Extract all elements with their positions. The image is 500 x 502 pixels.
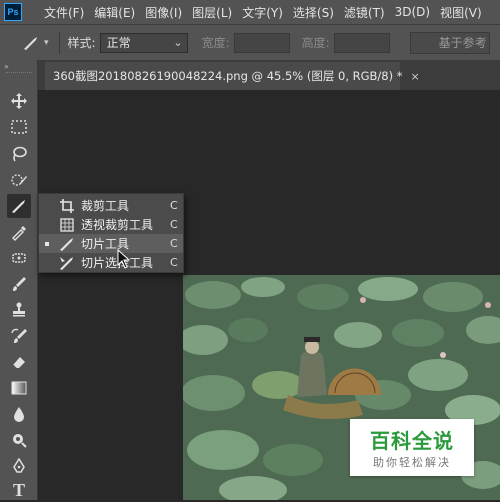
menu-select[interactable]: 选择(S) xyxy=(293,4,334,21)
flyout-item-perspective-crop[interactable]: 透视裁剪工具 C xyxy=(39,215,183,234)
close-icon[interactable]: × xyxy=(411,70,420,83)
selected-bullet-icon xyxy=(45,241,49,246)
eyedropper-icon xyxy=(12,226,26,241)
menu-layer[interactable]: 图层(L) xyxy=(192,4,232,21)
menu-type[interactable]: 文字(Y) xyxy=(242,4,283,21)
mouse-pointer-icon xyxy=(117,249,131,269)
marquee-tool[interactable] xyxy=(7,115,31,139)
move-tool[interactable] xyxy=(7,89,31,113)
slice-icon xyxy=(12,200,25,213)
history-brush-tool[interactable] xyxy=(7,324,31,348)
dodge-icon xyxy=(13,434,27,448)
blur-tool[interactable] xyxy=(7,402,31,426)
tool-preset-picker[interactable] xyxy=(20,32,42,54)
crop-icon xyxy=(60,198,74,213)
stamp-icon xyxy=(13,302,25,317)
rectangular-marquee-icon xyxy=(11,120,27,134)
slice-icon xyxy=(60,237,73,251)
quick-selection-icon xyxy=(11,174,27,186)
menu-bar: Ps 文件(F) 编辑(E) 图像(I) 图层(L) 文字(Y) 选择(S) 滤… xyxy=(0,0,500,24)
pen-tool[interactable] xyxy=(7,454,31,478)
slice-tool[interactable] xyxy=(7,194,31,218)
document-tab-title: 360截图20180826190048224.png @ 45.5% (图层 0… xyxy=(53,69,403,83)
quick-selection-tool[interactable] xyxy=(7,168,31,192)
height-field[interactable] xyxy=(333,32,390,53)
pen-icon xyxy=(13,457,25,473)
gradient-icon xyxy=(11,381,27,395)
flyout-item-shortcut: C xyxy=(170,199,178,212)
lasso-icon xyxy=(13,146,27,162)
gradient-tool[interactable] xyxy=(7,376,31,400)
perspective-crop-icon xyxy=(60,217,74,232)
menu-view[interactable]: 视图(V) xyxy=(440,4,482,21)
history-brush-icon xyxy=(11,328,27,343)
watermark-badge: 百科全说 助你轻松解决 xyxy=(350,419,474,476)
dodge-tool[interactable] xyxy=(7,428,31,452)
flyout-item-shortcut: C xyxy=(170,237,178,250)
flyout-item-shortcut: C xyxy=(170,218,178,231)
menu-image[interactable]: 图像(I) xyxy=(145,4,182,21)
panel-grip[interactable] xyxy=(6,72,32,76)
style-label: 样式: xyxy=(67,36,96,50)
brush-tool[interactable] xyxy=(7,272,31,296)
height-label: 高度: xyxy=(301,36,330,50)
type-tool[interactable]: T xyxy=(7,478,31,502)
eraser-tool[interactable] xyxy=(7,350,31,374)
options-bar: ▾ 样式: 正常 ⌄ 宽度: 高度: 基于参考 xyxy=(0,24,500,60)
crop-tools-flyout: 裁剪工具 C 透视裁剪工具 C 切片工具 C 切片选择工具 C xyxy=(38,193,184,273)
slices-from-guides-button[interactable]: 基于参考 xyxy=(409,31,490,54)
menu-edit[interactable]: 编辑(E) xyxy=(94,4,135,21)
brush-icon xyxy=(13,277,26,291)
photoshop-logo: Ps xyxy=(4,3,22,21)
menu-3d[interactable]: 3D(D) xyxy=(395,5,430,19)
lasso-tool[interactable] xyxy=(7,142,31,166)
flyout-item-label: 裁剪工具 xyxy=(81,199,130,213)
tools-panel: » T xyxy=(0,60,38,500)
drop-icon xyxy=(14,407,24,422)
flyout-item-crop[interactable]: 裁剪工具 C xyxy=(39,196,183,215)
slice-select-icon xyxy=(60,256,73,270)
collapse-panel-icon[interactable]: » xyxy=(4,62,9,71)
move-icon xyxy=(11,93,27,109)
healing-brush-tool[interactable] xyxy=(7,246,31,270)
eraser-icon xyxy=(12,357,25,370)
healing-brush-icon xyxy=(12,253,26,263)
slice-icon xyxy=(24,36,37,50)
flyout-item-slice[interactable]: 切片工具 C xyxy=(39,234,183,253)
width-field[interactable] xyxy=(233,32,290,53)
document-tab-strip: 360截图20180826190048224.png @ 45.5% (图层 0… xyxy=(38,60,500,90)
chevron-down-icon: ⌄ xyxy=(173,36,183,49)
style-value: 正常 xyxy=(106,36,131,50)
eyedropper-tool[interactable] xyxy=(7,220,31,244)
flyout-item-slice-select[interactable]: 切片选择工具 C xyxy=(39,253,183,272)
style-select[interactable]: 正常 ⌄ xyxy=(99,32,188,53)
menu-file[interactable]: 文件(F) xyxy=(44,4,84,21)
chevron-down-icon[interactable]: ▾ xyxy=(44,38,49,48)
type-icon: T xyxy=(12,479,25,500)
document-tab[interactable]: 360截图20180826190048224.png @ 45.5% (图层 0… xyxy=(45,62,420,90)
watermark-subtitle: 助你轻松解决 xyxy=(373,456,451,469)
width-label: 宽度: xyxy=(201,36,230,50)
watermark-title: 百科全说 xyxy=(370,429,454,453)
menu-filter[interactable]: 滤镜(T) xyxy=(344,4,385,21)
flyout-item-shortcut: C xyxy=(170,256,178,269)
flyout-item-label: 透视裁剪工具 xyxy=(81,218,154,232)
clone-stamp-tool[interactable] xyxy=(7,298,31,322)
divider xyxy=(58,31,60,54)
